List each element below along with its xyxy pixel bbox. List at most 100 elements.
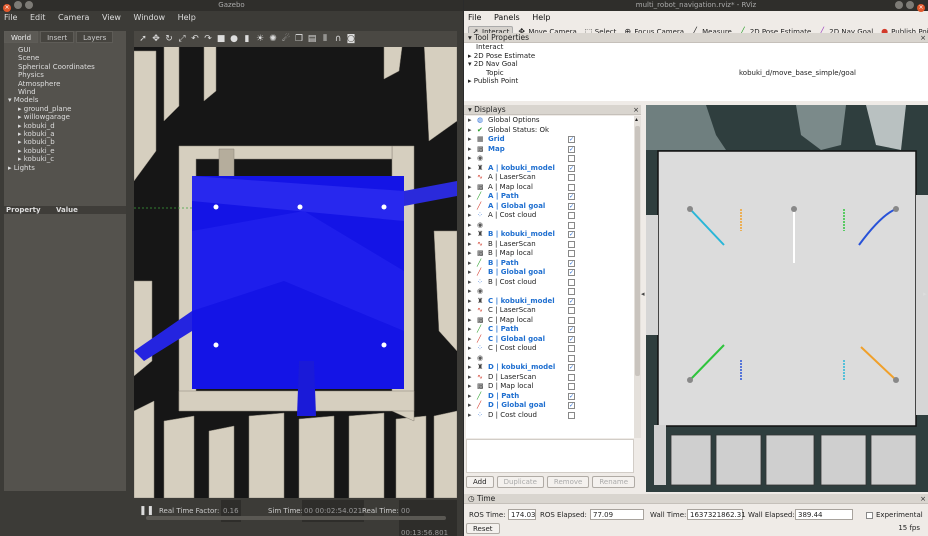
display-row[interactable]: ▸ ∿ A | LaserScan <box>466 173 634 183</box>
display-row[interactable]: ▸ ✔ Global Status: Ok <box>466 126 634 136</box>
collapsed-arrow-icon[interactable]: ▸ <box>468 325 472 335</box>
checked-checkbox[interactable]: ✓ <box>568 402 575 409</box>
display-row[interactable]: ▸ ╱ D | Global goal ✓ <box>466 401 634 411</box>
display-row[interactable]: ▸ ╱ C | Path ✓ <box>466 325 634 335</box>
gazebo-3d-viewport[interactable] <box>134 31 457 498</box>
checked-checkbox[interactable]: ✓ <box>568 164 575 172</box>
display-row[interactable]: ▸ ╱ A | Global goal ✓ <box>466 202 634 212</box>
sphere-shape-icon[interactable]: ● <box>229 34 239 44</box>
unchecked-checkbox[interactable] <box>568 250 575 257</box>
collapsed-arrow-icon[interactable]: ▸ <box>468 316 472 326</box>
unchecked-checkbox[interactable] <box>568 240 575 248</box>
camera-icon[interactable]: ◙ <box>346 34 356 44</box>
menu-file[interactable]: File <box>4 13 17 22</box>
tree-item-scene[interactable]: Scene <box>4 54 126 62</box>
display-row[interactable]: ▸ ╱ B | Path ✓ <box>466 259 634 269</box>
prop-row-publish[interactable]: ▸ Publish Point <box>464 77 928 86</box>
tree-model[interactable]: ▸ kobuki_b <box>4 138 126 146</box>
reset-button[interactable]: Reset <box>466 523 500 534</box>
tab-insert[interactable]: Insert <box>40 31 75 43</box>
display-row[interactable]: ▸ ◉ <box>466 154 634 164</box>
unchecked-checkbox[interactable] <box>568 307 575 314</box>
tree-item-lights[interactable]: ▸ Lights <box>4 164 126 172</box>
collapsed-arrow-icon[interactable]: ▸ <box>468 268 472 278</box>
tree-model[interactable]: ▸ kobuki_c <box>4 155 126 163</box>
unchecked-checkbox[interactable] <box>568 183 575 191</box>
collapsed-arrow-icon[interactable]: ▸ <box>468 344 472 354</box>
align-icon[interactable]: ⫴ <box>320 34 330 44</box>
undo-icon[interactable]: ↶ <box>190 34 200 44</box>
unchecked-checkbox[interactable] <box>568 383 575 390</box>
display-row[interactable]: ▸ ◉ <box>466 354 634 364</box>
menu-file[interactable]: File <box>468 13 481 22</box>
display-row[interactable]: ▸ ♜ C | kobuki_model ✓ <box>466 297 634 307</box>
display-row[interactable]: ▸ ♜ B | kobuki_model ✓ <box>466 230 634 240</box>
ros-elapsed-field[interactable]: 77.09 <box>590 509 644 520</box>
checked-checkbox[interactable]: ✓ <box>568 326 575 333</box>
point-light-icon[interactable]: ✺ <box>268 34 278 44</box>
collapsed-arrow-icon[interactable]: ▸ <box>468 202 472 212</box>
tab-layers[interactable]: Layers <box>76 31 114 43</box>
tree-model[interactable]: ▸ willowgarage <box>4 113 126 121</box>
collapsed-arrow-icon[interactable]: ▸ <box>468 401 472 411</box>
menu-window[interactable]: Window <box>133 13 165 22</box>
checked-checkbox[interactable]: ✓ <box>568 297 575 305</box>
tree-item-atmosphere[interactable]: Atmosphere <box>4 80 126 88</box>
display-row[interactable]: ▸ ▦ Grid ✓ <box>466 135 634 145</box>
translate-icon[interactable]: ✥ <box>151 34 161 44</box>
unchecked-checkbox[interactable] <box>568 155 575 162</box>
checked-checkbox[interactable]: ✓ <box>568 202 575 210</box>
collapsed-arrow-icon[interactable]: ▸ <box>468 259 472 269</box>
minimize-icon[interactable] <box>14 1 22 9</box>
tree-item-gui[interactable]: GUI <box>4 46 126 54</box>
collapsed-arrow-icon[interactable]: ▸ <box>468 297 472 307</box>
ros-time-field[interactable]: 174.03 <box>508 509 536 520</box>
display-row[interactable]: ▸ ◉ <box>466 221 634 231</box>
checked-checkbox[interactable]: ✓ <box>568 335 575 343</box>
menu-help[interactable]: Help <box>178 13 196 22</box>
horizontal-scrollbar[interactable] <box>146 516 446 520</box>
display-row[interactable]: ▸ ⁘ A | Cost cloud <box>466 211 634 221</box>
prop-row-pose[interactable]: ▸ 2D Pose Estimate <box>464 52 928 61</box>
collapse-left-icon[interactable]: ◂ <box>641 290 645 298</box>
sun-light-icon[interactable]: ☀ <box>255 34 265 44</box>
display-row[interactable]: ▸ ∿ D | LaserScan <box>466 373 634 383</box>
checked-checkbox[interactable]: ✓ <box>568 136 575 143</box>
close-icon[interactable]: × <box>920 494 926 504</box>
tree-model[interactable]: ▸ kobuki_e <box>4 147 126 155</box>
display-row[interactable]: ▸ ⁘ B | Cost cloud <box>466 278 634 288</box>
collapsed-arrow-icon[interactable]: ▸ <box>468 382 472 392</box>
collapsed-arrow-icon[interactable]: ▸ <box>468 183 472 193</box>
unchecked-checkbox[interactable] <box>568 345 575 352</box>
display-row[interactable]: ▸ ╱ C | Global goal ✓ <box>466 335 634 345</box>
checked-checkbox[interactable]: ✓ <box>568 269 575 276</box>
menu-help[interactable]: Help <box>532 13 550 22</box>
display-row[interactable]: ▸ ◍ Global Options <box>466 116 634 126</box>
display-row[interactable]: ▸ ▩ Map ✓ <box>466 145 634 155</box>
collapsed-arrow-icon[interactable]: ▸ <box>468 249 472 259</box>
checked-checkbox[interactable]: ✓ <box>568 193 575 200</box>
tree-item-spherical[interactable]: Spherical Coordinates <box>4 63 126 71</box>
rotate-icon[interactable]: ↻ <box>164 34 174 44</box>
prop-row-nav-goal[interactable]: ▾ 2D Nav Goal <box>464 60 928 69</box>
prop-row-interact[interactable]: Interact <box>464 43 928 52</box>
close-icon[interactable]: × <box>917 4 925 12</box>
wall-time-field[interactable]: 1637321862.31 <box>687 509 746 520</box>
rviz-3d-view[interactable] <box>646 105 928 492</box>
display-row[interactable]: ▸ ╱ A | Path ✓ <box>466 192 634 202</box>
menu-edit[interactable]: Edit <box>30 13 46 22</box>
menu-view[interactable]: View <box>102 13 121 22</box>
unchecked-checkbox[interactable] <box>568 174 575 181</box>
add-button[interactable]: Add <box>466 476 494 488</box>
checked-checkbox[interactable]: ✓ <box>568 259 575 267</box>
collapsed-arrow-icon[interactable]: ▸ <box>468 287 472 297</box>
collapsed-arrow-icon[interactable]: ▸ <box>468 354 472 364</box>
tab-world[interactable]: World <box>4 31 39 43</box>
menu-camera[interactable]: Camera <box>58 13 89 22</box>
display-row[interactable]: ▸ ▩ D | Map local <box>466 382 634 392</box>
scroll-up-icon[interactable]: ▴ <box>635 116 638 123</box>
display-row[interactable]: ▸ ⁘ D | Cost cloud <box>466 411 634 421</box>
checked-checkbox[interactable]: ✓ <box>568 392 575 400</box>
collapsed-arrow-icon[interactable]: ▸ <box>468 154 472 164</box>
close-icon[interactable]: × <box>3 4 11 12</box>
